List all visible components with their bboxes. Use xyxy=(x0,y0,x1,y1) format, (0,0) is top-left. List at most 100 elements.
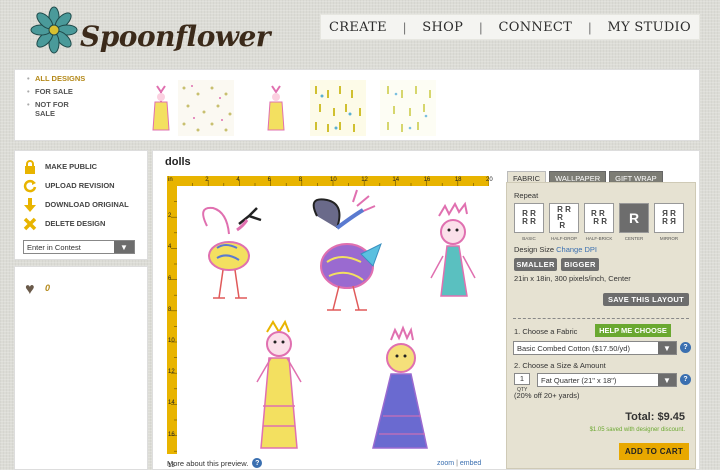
design-artwork xyxy=(202,189,476,449)
filter-all-designs[interactable]: • ALL DESIGNS xyxy=(27,74,137,83)
brand-name: Spoonflower xyxy=(80,20,271,53)
ruler-label: 4 xyxy=(236,177,240,183)
delete-x-icon xyxy=(23,217,37,230)
bird-drawing xyxy=(202,206,262,299)
doll-drawing xyxy=(372,325,428,449)
download-arrow-icon xyxy=(24,197,36,212)
design-actions-panel: MAKE PUBLIC UPLOAD REVISION DOWNLOAD ORI… xyxy=(14,150,148,260)
design-main-panel: dolls in 2 4 6 8 10 12 14 16 18 20 2 4 6 8 10 12 14 16 18 xyxy=(152,150,700,470)
design-preview[interactable]: in 2 4 6 8 10 12 14 16 18 20 2 4 6 8 10 12 14 16 18 xyxy=(167,176,493,469)
nav-create[interactable]: CREATE xyxy=(329,20,387,35)
divider xyxy=(513,318,689,319)
filter-not-for-sale[interactable]: • NOT FOR SALE xyxy=(27,100,137,118)
design-thumbnail[interactable] xyxy=(380,80,436,136)
help-me-choose-button[interactable]: HELP ME CHOOSE xyxy=(595,324,671,337)
choose-size-label: 2. Choose a Size & Amount xyxy=(514,361,606,370)
repeat-caption: BASIC xyxy=(522,236,536,241)
flower-logo-icon xyxy=(30,6,78,54)
chevron-down-icon: ▼ xyxy=(658,342,676,354)
upload-revision-action[interactable]: UPLOAD REVISION xyxy=(15,176,147,195)
repeat-basic[interactable]: R RR R xyxy=(514,203,544,233)
repeat-caption: HALF-DROP xyxy=(550,236,577,241)
nav-shop[interactable]: SHOP xyxy=(422,20,463,35)
nav-divider: | xyxy=(588,19,592,35)
repeat-half-drop[interactable]: R RR R xyxy=(549,203,579,233)
preview-note[interactable]: More about this preview. xyxy=(167,459,248,468)
download-original-action[interactable]: DOWNLOAD ORIGINAL xyxy=(15,195,147,214)
choose-fabric-label: 1. Choose a Fabric xyxy=(514,327,578,336)
repeat-caption: HALF-BRICK xyxy=(585,236,613,241)
chevron-down-icon: ▼ xyxy=(114,241,134,253)
preview-info: More about this preview. ? xyxy=(167,458,263,468)
heart-icon[interactable]: ♥ xyxy=(25,281,35,299)
ruler-unit: in xyxy=(168,177,173,183)
doll-drawing xyxy=(256,319,302,449)
preview-links: zoom | embed xyxy=(437,460,482,467)
order-total: Total: $9.45 xyxy=(625,411,685,423)
ruler-label: 4 xyxy=(168,244,172,251)
ruler-label: 14 xyxy=(392,177,400,183)
size-info: 21in x 18in, 300 pixels/inch, Center xyxy=(514,274,631,283)
ruler-label: 16 xyxy=(423,177,431,183)
lock-icon xyxy=(25,159,35,174)
repeat-center[interactable]: R xyxy=(619,203,649,233)
nav-connect[interactable]: CONNECT xyxy=(499,20,573,35)
ruler-label: 2 xyxy=(205,177,209,183)
design-thumbnail[interactable] xyxy=(248,80,304,136)
ruler-label: 10 xyxy=(330,177,337,183)
designs-strip: • ALL DESIGNS • FOR SALE • NOT FOR SALE xyxy=(14,69,700,141)
ruler-label: 8 xyxy=(168,306,172,313)
make-public-action[interactable]: MAKE PUBLIC xyxy=(15,157,147,176)
repeat-half-brick[interactable]: R R R R xyxy=(584,203,614,233)
nav-divider: | xyxy=(479,19,483,35)
bird-drawing xyxy=(312,189,382,311)
zoom-link[interactable]: zoom xyxy=(437,460,454,467)
delete-design-action[interactable]: DELETE DESIGN xyxy=(15,214,147,233)
spoonflower-logo[interactable]: Spoonflower xyxy=(28,6,271,56)
save-layout-button[interactable]: SAVE THIS LAYOUT xyxy=(603,293,689,306)
ruler-label: 8 xyxy=(298,177,303,183)
designer-discount-note: $1.05 saved with designer discount. xyxy=(589,427,685,433)
nav-divider: | xyxy=(402,19,407,35)
design-size-label: Design Size Change DPI xyxy=(514,245,597,254)
help-icon[interactable]: ? xyxy=(680,342,691,353)
quantity-input[interactable]: 1 xyxy=(514,373,530,385)
help-icon[interactable]: ? xyxy=(680,374,691,385)
favorites-panel: ♥ 0 xyxy=(14,266,148,470)
ruler-label: 12 xyxy=(361,177,368,183)
product-options-panel: Repeat R RR R R RR R R R R R R Я RR Я BA… xyxy=(506,182,696,469)
ruler-label: 16 xyxy=(168,431,175,438)
embed-link[interactable]: embed xyxy=(460,460,481,467)
ruler-label: 2 xyxy=(168,213,172,220)
add-to-cart-button[interactable]: ADD TO CART xyxy=(619,443,689,460)
designs-filter: • ALL DESIGNS • FOR SALE • NOT FOR SALE xyxy=(27,74,137,122)
repeat-caption: CENTER xyxy=(624,236,644,241)
smaller-button[interactable]: SMALLER xyxy=(514,258,557,271)
doll-drawing xyxy=(430,201,476,297)
repeat-caption: MIRROR xyxy=(659,236,679,241)
change-dpi-link[interactable]: Change DPI xyxy=(556,245,597,254)
repeat-mirror[interactable]: Я RR Я xyxy=(654,203,684,233)
design-thumbnail[interactable] xyxy=(178,80,234,136)
design-thumbnail[interactable] xyxy=(310,80,366,136)
repeat-label: Repeat xyxy=(514,191,539,200)
ruler-label: 14 xyxy=(168,400,175,407)
refresh-icon xyxy=(23,179,37,192)
discount-note: (20% off 20+ yards) xyxy=(514,391,580,400)
filter-for-sale[interactable]: • FOR SALE xyxy=(27,87,137,96)
nav-my-studio[interactable]: MY STUDIO xyxy=(607,20,690,35)
help-icon[interactable]: ? xyxy=(252,458,263,468)
ruler-label: 18 xyxy=(454,177,462,183)
fabric-select[interactable]: Basic Combed Cotton ($17.50/yd) ▼ xyxy=(513,341,677,355)
design-title: dolls xyxy=(165,156,191,168)
ruler-label: 10 xyxy=(168,338,175,344)
chevron-down-icon: ▼ xyxy=(658,374,676,386)
ruler-label: 12 xyxy=(168,369,175,376)
favorites-count: 0 xyxy=(45,283,51,293)
ruler-label: 6 xyxy=(168,275,172,282)
ruler-label: 20 xyxy=(486,177,493,183)
contest-select[interactable]: Enter in Contest ▼ xyxy=(23,240,135,254)
top-nav: CREATE | SHOP | CONNECT | MY STUDIO xyxy=(320,14,700,40)
size-select[interactable]: Fat Quarter (21" x 18") ▼ xyxy=(537,373,677,387)
bigger-button[interactable]: BIGGER xyxy=(561,258,599,271)
